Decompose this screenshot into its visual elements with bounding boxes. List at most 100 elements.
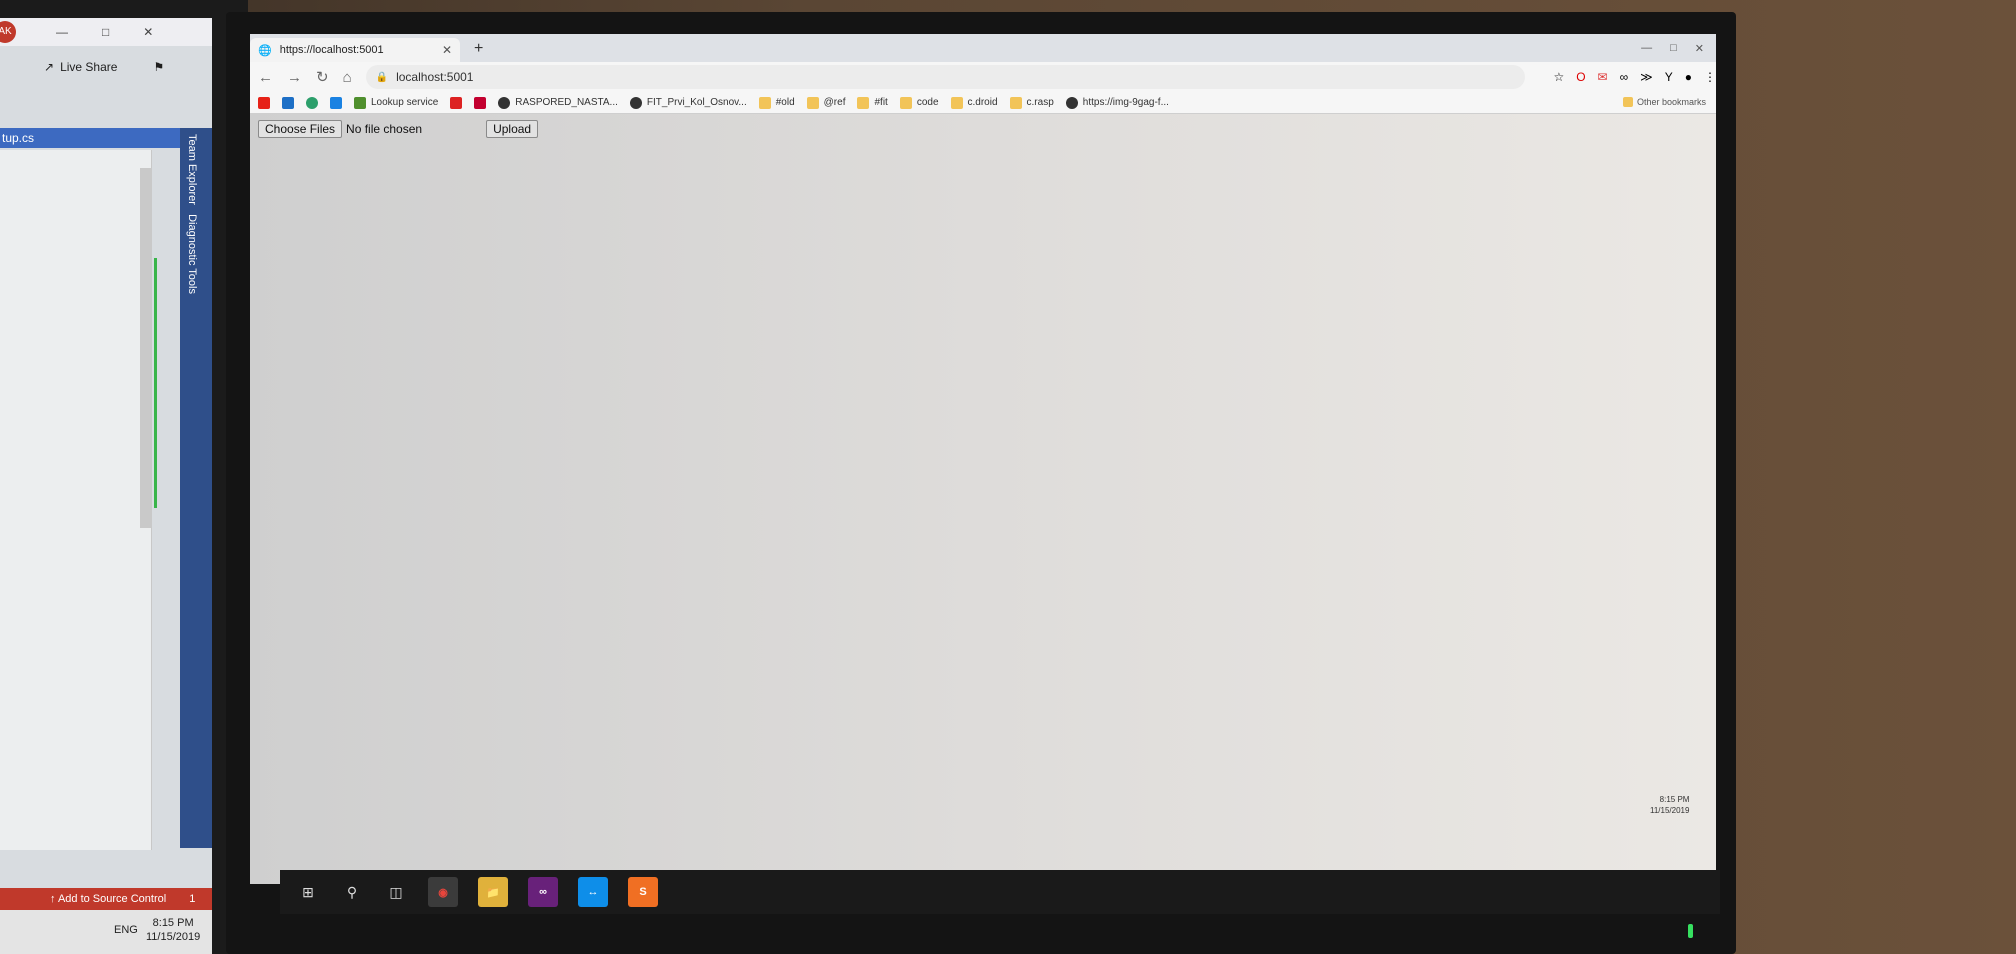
minimize-icon[interactable]: — — [56, 25, 68, 39]
no-file-label: No file chosen — [346, 122, 423, 136]
tray-time: 8:15 PM — [152, 917, 194, 929]
editor-scrollbar[interactable] — [140, 168, 152, 528]
sublime-text-icon[interactable]: S — [628, 877, 658, 907]
file-input[interactable]: Choose Files No file chosen — [258, 120, 422, 138]
bookmark-label: code — [916, 97, 939, 108]
profile-icon[interactable]: ● — [1685, 70, 1692, 84]
folder-icon — [758, 96, 771, 109]
lock-icon: 🔒 — [375, 71, 389, 83]
visual-studio-icon[interactable]: ∞ — [528, 877, 558, 907]
bookmarks-bar: Lookup service RASPORED_NASTA... FIT_Prvi_… — [250, 92, 1716, 114]
address-bar[interactable]: 🔒 — [365, 65, 1526, 89]
bookmark-label: RASPORED_NASTA... — [515, 97, 618, 108]
browser-toolbar: ← → ↻ ⌂ 🔒 ☆ O ✉ ∞ ≫ Y ● ⋮ — [250, 62, 1716, 92]
up-arrow-icon: ↑ — [50, 893, 56, 905]
editor-tab[interactable]: tup.cs — [0, 128, 180, 148]
left-monitor: AK — □ ✕ ↗ Live Share ⚑ tup.cs Team Expl… — [0, 0, 248, 954]
close-tab-icon[interactable]: ✕ — [442, 43, 452, 57]
windows-start-icon[interactable]: ⊞ — [296, 880, 320, 904]
code-editor[interactable] — [0, 150, 152, 850]
bookmark-item[interactable]: https://img-9gag-f... — [1065, 96, 1169, 109]
url-input[interactable] — [396, 70, 797, 84]
maximize-icon[interactable]: □ — [102, 25, 109, 39]
avatar[interactable]: AK — [0, 21, 16, 43]
add-to-source-control[interactable]: Add to Source Control — [58, 893, 166, 905]
mail-icon[interactable]: ✉ — [1598, 70, 1608, 84]
bookmark-item[interactable]: #fit — [857, 96, 888, 109]
bookmark-item[interactable]: code — [899, 96, 939, 109]
search-icon[interactable]: ⚲ — [340, 880, 364, 904]
folder-icon — [1622, 97, 1633, 107]
bookmark-label: c.droid — [967, 97, 998, 108]
home-icon[interactable]: ⌂ — [343, 69, 352, 86]
bookmark-item[interactable] — [330, 96, 342, 109]
share-icon: ↗ — [44, 60, 55, 74]
glasses-icon[interactable]: ∞ — [1620, 70, 1629, 84]
extension-icon[interactable]: ≫ — [1640, 70, 1653, 84]
back-icon[interactable]: ← — [258, 69, 273, 86]
close-icon[interactable]: ✕ — [143, 25, 153, 39]
other-bookmarks[interactable]: Other bookmarks — [1622, 97, 1706, 107]
folder-icon — [950, 96, 963, 109]
system-clock[interactable]: 8:15 PM 11/15/2019 — [1650, 794, 1689, 816]
minimize-icon[interactable]: — — [1641, 42, 1652, 55]
file-explorer-icon[interactable]: 📁 — [478, 877, 508, 907]
language-indicator[interactable]: ENG — [114, 924, 138, 936]
bookmark-label: c.rasp — [1026, 97, 1054, 108]
service-icon — [354, 96, 366, 109]
bookmark-star-icon[interactable]: ☆ — [1553, 70, 1564, 84]
extensions: ☆ O ✉ ∞ ≫ Y ● ⋮ — [1553, 70, 1716, 84]
left-taskbar: ENG 8:15 PM 11/15/2019 — [0, 910, 212, 954]
bookmark-item[interactable]: c.rasp — [1009, 96, 1054, 109]
bookmark-item[interactable] — [282, 96, 294, 109]
live-share-button[interactable]: ↗ Live Share ⚑ — [44, 60, 164, 74]
tab-team-explorer[interactable]: Team Explorer — [186, 134, 198, 205]
task-view-icon[interactable]: ◫ — [384, 880, 408, 904]
tray-date: 11/15/2019 — [146, 931, 201, 943]
notification-badge[interactable]: 1 — [189, 893, 195, 905]
bookmark-label: #old — [775, 97, 795, 108]
folder-icon — [857, 96, 870, 109]
bookmark-label: FIT_Prvi_Kol_Osnov... — [646, 97, 747, 108]
chrome-icon[interactable]: ◉ — [428, 877, 458, 907]
new-tab-button[interactable]: + — [474, 40, 483, 58]
trello-icon — [282, 96, 294, 109]
upload-button[interactable]: Upload — [486, 120, 539, 138]
reload-icon[interactable]: ↻ — [316, 68, 329, 86]
maximize-icon[interactable]: □ — [1670, 42, 1677, 55]
close-icon[interactable]: ✕ — [1695, 42, 1704, 55]
teamviewer-icon[interactable]: ↔ — [578, 877, 608, 907]
bookmark-item[interactable]: c.droid — [950, 96, 998, 109]
tab-diagnostic-tools[interactable]: Diagnostic Tools — [186, 214, 198, 294]
forward-icon[interactable]: → — [287, 69, 302, 86]
bookmark-item[interactable]: @ref — [806, 96, 845, 109]
globe-icon — [498, 96, 511, 109]
bookmark-label: https://img-9gag-f... — [1082, 97, 1169, 108]
menu-icon[interactable]: ⋮ — [1704, 70, 1716, 84]
bookmark-item[interactable] — [474, 96, 487, 109]
globe-icon: 🌐 — [258, 44, 272, 57]
feedback-icon[interactable]: ⚑ — [153, 60, 164, 74]
bookmark-item[interactable] — [258, 96, 270, 109]
bookmark-label: Lookup service — [371, 97, 439, 108]
dropbox-icon — [330, 96, 342, 109]
bookmark-item[interactable]: RASPORED_NASTA... — [498, 96, 618, 109]
folder-icon — [806, 96, 819, 109]
tab-localhost[interactable]: 🌐 https://localhost:5001 ✕ — [250, 38, 460, 62]
globe-icon — [1065, 96, 1078, 109]
folder-icon — [1009, 96, 1022, 109]
page-content: Choose Files No file chosen Upload — [250, 114, 1716, 884]
bookmark-item[interactable] — [306, 96, 318, 109]
opera-icon[interactable]: O — [1576, 70, 1585, 84]
bookmark-item[interactable] — [450, 96, 463, 109]
power-led — [1688, 924, 1693, 938]
choose-files-button[interactable]: Choose Files — [258, 120, 343, 138]
tray-clock[interactable]: 8:15 PM 11/15/2019 — [146, 916, 200, 944]
filter-icon[interactable]: Y — [1665, 70, 1673, 84]
bookmark-item[interactable]: Lookup service — [354, 96, 439, 109]
globe-icon — [629, 96, 642, 109]
bookmark-label: #fit — [874, 97, 888, 108]
browser-window: 🌐 https://localhost:5001 ✕ + — □ ✕ ← → ↻… — [250, 34, 1716, 884]
bookmark-item[interactable]: FIT_Prvi_Kol_Osnov... — [629, 96, 747, 109]
bookmark-item[interactable]: #old — [758, 96, 795, 109]
